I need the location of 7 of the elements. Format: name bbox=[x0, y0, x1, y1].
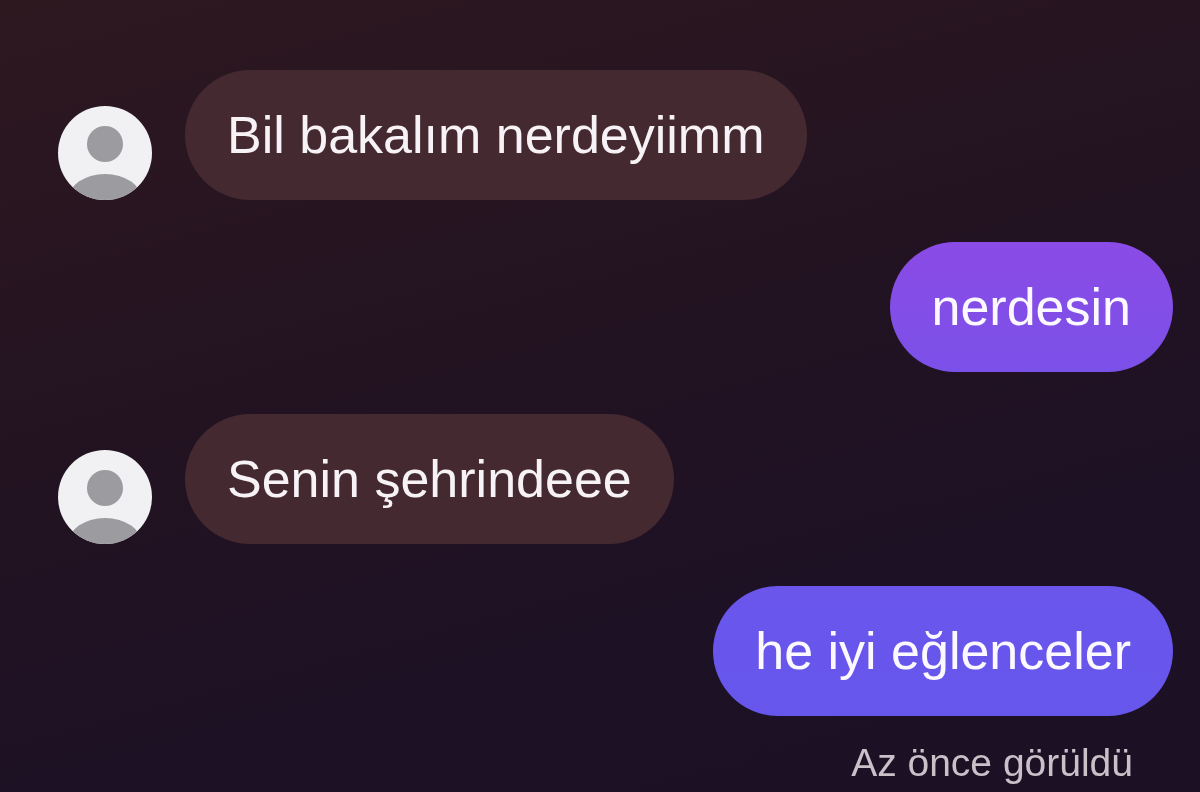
sent-message: he iyi eğlenceler bbox=[713, 586, 1173, 716]
sent-message: nerdesin bbox=[889, 242, 1173, 372]
avatar-icon bbox=[58, 106, 152, 200]
received-message: Bil bakalım nerdeyiimm bbox=[185, 70, 807, 200]
seen-status: Az önce görüldü bbox=[851, 740, 1133, 786]
received-message: Senin şehrindeee bbox=[185, 414, 674, 544]
avatar-icon bbox=[58, 450, 152, 544]
